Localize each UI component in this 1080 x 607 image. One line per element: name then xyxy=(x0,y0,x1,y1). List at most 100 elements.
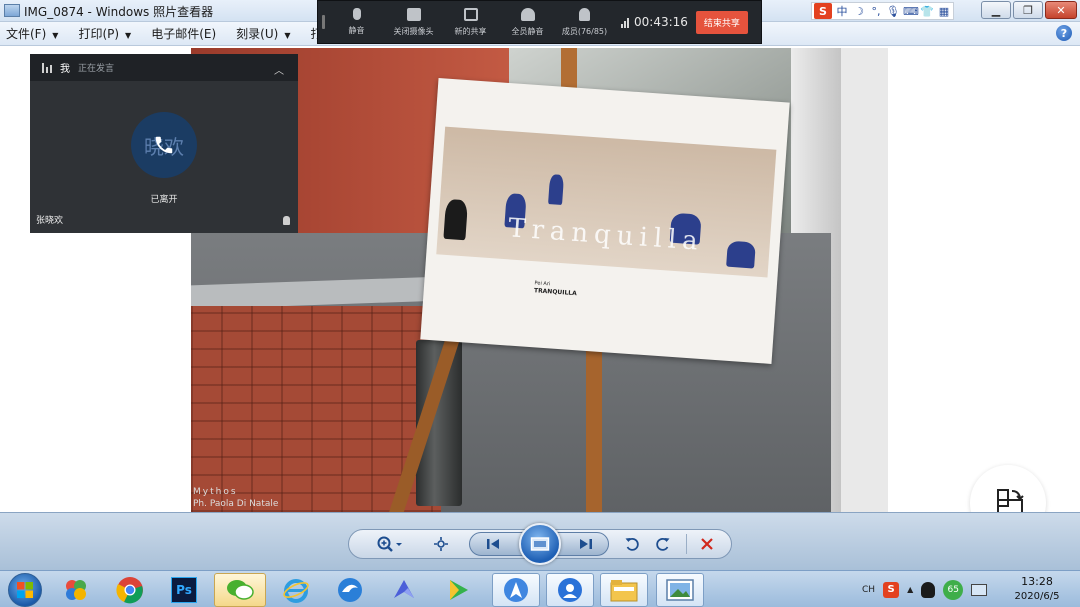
window-title: IMG_0874 - Windows 照片查看器 xyxy=(24,5,214,19)
system-clock[interactable]: 13:28 2020/6/5 xyxy=(1002,574,1072,604)
photo-viewer-app-icon xyxy=(4,4,20,17)
minimize-button[interactable]: ▁ xyxy=(981,1,1011,19)
poster-shape xyxy=(548,174,565,205)
sogou-tray-icon[interactable]: S xyxy=(883,581,900,598)
next-icon xyxy=(580,539,592,549)
participant-status: 已离开 xyxy=(150,195,178,205)
show-hidden-icons-arrow[interactable]: ▲ xyxy=(907,585,913,594)
mute-all-icon xyxy=(520,7,535,21)
security-badge-icon[interactable]: 65 xyxy=(943,579,964,600)
chevron-down-icon: ▼ xyxy=(52,31,59,40)
qq-icon[interactable] xyxy=(921,581,936,598)
explorer-icon[interactable] xyxy=(600,573,648,607)
chevron-up-icon[interactable]: ︿ xyxy=(274,62,284,77)
windows-logo-icon xyxy=(17,582,33,598)
photo-easel-leg xyxy=(586,338,602,512)
window-controls: ▁ ❐ ✕ xyxy=(981,1,1077,19)
maps-icon[interactable] xyxy=(492,573,540,607)
speaker-header: 我 正在发言 ︿ xyxy=(30,54,298,81)
sogou-ime-icon[interactable]: S xyxy=(814,3,832,19)
poster-artwork xyxy=(436,126,777,278)
close-button[interactable]: ✕ xyxy=(1045,1,1077,19)
slideshow-icon xyxy=(530,537,550,551)
feishu-icon[interactable] xyxy=(380,573,428,607)
rotate-cw-icon xyxy=(656,538,670,551)
menu-burn[interactable]: 刻录(U) ▼ xyxy=(236,25,290,42)
slideshow-button[interactable] xyxy=(519,523,561,565)
system-tray: CH S ▲ 65 xyxy=(862,571,988,607)
meeting-toolbar: 静音 关闭摄像头 新的共享 全员静音 成员(76/85) 00:43:16 结束… xyxy=(317,0,762,44)
moon-icon[interactable]: ☽ xyxy=(852,5,866,18)
rotate-ccw-icon xyxy=(625,538,639,551)
new-share-button[interactable]: 新的共享 xyxy=(442,0,499,44)
punctuation-icon[interactable]: °, xyxy=(869,5,883,18)
chrome-icon[interactable] xyxy=(106,573,154,607)
actual-size-button[interactable] xyxy=(430,534,452,554)
microphone-icon[interactable]: 🎙 xyxy=(886,5,900,18)
clock-date: 2020/6/5 xyxy=(1014,591,1060,602)
end-share-button[interactable]: 结束共享 xyxy=(695,10,748,34)
mute-all-button[interactable]: 全员静音 xyxy=(499,0,556,44)
menu-print[interactable]: 打印(P) ▼ xyxy=(78,25,131,42)
photo-viewer-icon[interactable] xyxy=(656,573,704,607)
previous-button[interactable] xyxy=(482,534,504,554)
wechat-icon[interactable] xyxy=(214,573,266,607)
members-button[interactable]: 成员(76/85) xyxy=(556,0,613,44)
chevron-down-icon: ▼ xyxy=(284,31,291,40)
menu-file[interactable]: 文件(F) ▼ xyxy=(6,25,58,42)
delete-icon xyxy=(701,538,713,550)
photo-poster: Tranquilla Pei Ari TRANQUILLA xyxy=(420,78,790,364)
fit-icon xyxy=(434,537,448,551)
media-player-icon[interactable] xyxy=(434,573,482,607)
keyboard-icon[interactable]: ⌨ xyxy=(903,5,919,18)
zoom-button[interactable] xyxy=(374,534,406,554)
audio-level-icon xyxy=(42,62,52,73)
microphone-icon xyxy=(283,216,290,225)
app-folder-icon[interactable] xyxy=(52,573,100,607)
restore-button[interactable]: ❐ xyxy=(1013,1,1043,19)
speaker-status: 正在发言 xyxy=(78,64,115,74)
windows-taskbar: Ps CH S ▲ 65 13:28 2020/6/5 xyxy=(0,570,1080,607)
screen-share-icon xyxy=(463,7,478,21)
controls-divider xyxy=(686,534,687,554)
meeting-timer: 00:43:16 xyxy=(621,15,688,29)
chevron-down-icon: ▼ xyxy=(125,31,132,40)
participant-name: 张晓欢 xyxy=(36,216,64,226)
input-language-indicator[interactable]: CH xyxy=(862,585,875,595)
ie-icon[interactable] xyxy=(272,573,320,607)
rotate-left-button[interactable] xyxy=(621,534,643,554)
windows-start-icon[interactable] xyxy=(8,573,42,607)
ime-toolbar[interactable]: S 中 ☽ °, 🎙 ⌨ 👕 ▦ xyxy=(811,2,954,20)
menu-email[interactable]: 电子邮件(E) xyxy=(151,25,216,42)
shirt-icon[interactable]: 👕 xyxy=(920,5,934,18)
poster-text: Pei Ari TRANQUILLA xyxy=(533,280,577,298)
phone-icon xyxy=(155,136,173,154)
photoshop-icon[interactable]: Ps xyxy=(160,573,208,607)
previous-icon xyxy=(487,539,499,549)
call-icon[interactable] xyxy=(546,573,594,607)
next-button[interactable] xyxy=(575,534,597,554)
poster-shape xyxy=(726,240,756,269)
signal-icon xyxy=(621,17,629,28)
speaker-me-label: 我 xyxy=(60,64,70,75)
grid-icon[interactable]: ▦ xyxy=(937,5,951,18)
photo-credit: Mythos Ph. Paola Di Natale xyxy=(193,487,279,509)
network-icon[interactable] xyxy=(971,583,988,596)
poster-shape xyxy=(443,198,469,241)
photo-door-edge xyxy=(841,48,888,512)
speaker-window: 我 正在发言 ︿ 晓欢 已离开 张晓欢 xyxy=(30,54,298,233)
browser-icon[interactable] xyxy=(326,573,374,607)
ime-mode-toggle[interactable]: 中 xyxy=(835,3,849,19)
avatar: 晓欢 xyxy=(131,112,197,178)
clock-time: 13:28 xyxy=(1021,575,1053,588)
zoom-icon xyxy=(377,536,402,552)
camera-icon xyxy=(406,7,421,21)
viewer-controls xyxy=(0,512,1080,570)
camera-off-button[interactable]: 关闭摄像头 xyxy=(385,0,442,44)
microphone-icon xyxy=(352,8,361,20)
drag-handle[interactable] xyxy=(318,0,328,44)
help-icon[interactable]: ? xyxy=(1056,25,1072,41)
delete-button[interactable] xyxy=(696,534,718,554)
rotate-right-button[interactable] xyxy=(652,534,674,554)
mute-button[interactable]: 静音 xyxy=(328,0,385,44)
